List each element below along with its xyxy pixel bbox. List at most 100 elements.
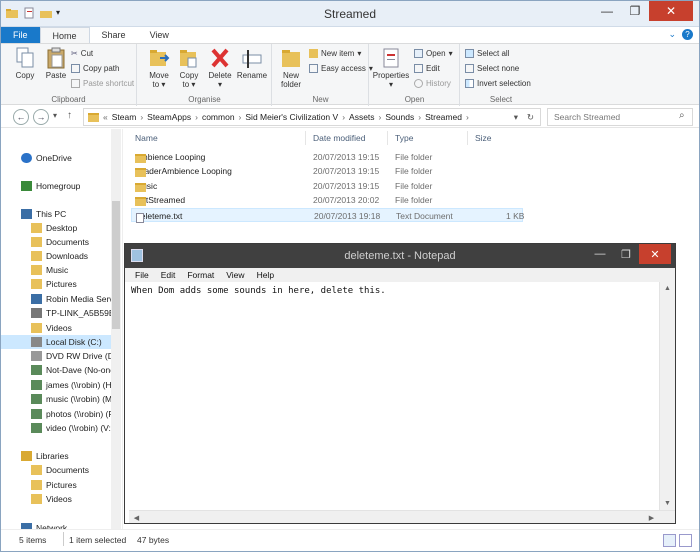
new-item-button[interactable]: New item ▾ [309, 46, 361, 60]
sidebar-item[interactable]: TP-LINK_A5B59E:1 [1, 306, 111, 320]
move-to-button[interactable]: Move to ▾ [146, 46, 172, 89]
sidebar-item[interactable]: This PC [1, 207, 111, 221]
chevron-down-icon[interactable]: ⌄ [668, 29, 676, 40]
notepad-close-button[interactable]: ✕ [639, 244, 671, 264]
address-bar[interactable]: « Steam › SteamApps › common › Sid Meier's … [83, 108, 541, 126]
history-button[interactable]: History [414, 76, 451, 90]
table-row[interactable]: deleteme.txt 20/07/2013 19:18 Text Documen… [131, 207, 524, 223]
tab-file[interactable]: File [1, 27, 40, 43]
breadcrumb-separator[interactable]: › [195, 112, 198, 122]
sidebar-item[interactable]: Music [1, 263, 111, 277]
column-divider[interactable] [305, 131, 306, 145]
notepad-minimize-button[interactable]: — [587, 244, 613, 264]
scroll-left-icon[interactable]: ◀ [129, 511, 144, 524]
breadcrumb-overflow[interactable]: « [103, 112, 108, 122]
rename-button[interactable]: Rename [236, 46, 268, 80]
new-folder-button[interactable]: New folder [277, 46, 305, 89]
sidebar-item[interactable]: photos (\\robin) (P [1, 407, 111, 421]
paste-button[interactable]: Paste [43, 46, 69, 80]
menu-edit[interactable]: Edit [155, 268, 182, 282]
column-header-size[interactable]: Size [475, 133, 492, 143]
recent-locations-icon[interactable]: ▾ [53, 111, 57, 120]
sidebar-item[interactable]: Pictures [1, 277, 111, 291]
invert-selection-button[interactable]: Invert selection [465, 76, 531, 90]
navigation-pane-scrollbar[interactable] [111, 129, 121, 529]
tab-home[interactable]: Home [39, 27, 90, 43]
breadcrumb-streamed[interactable]: Streamed [425, 112, 462, 122]
tab-share[interactable]: Share [90, 27, 138, 43]
copy-path-button[interactable]: Copy path [71, 61, 119, 75]
sidebar-item[interactable]: OneDrive [1, 151, 111, 165]
sidebar-item[interactable]: Videos [1, 492, 111, 506]
breadcrumb-separator[interactable]: › [379, 112, 382, 122]
breadcrumb-separator[interactable]: › [418, 112, 421, 122]
forward-button[interactable]: → [33, 109, 49, 125]
menu-help[interactable]: Help [251, 268, 280, 282]
breadcrumb-civ5[interactable]: Sid Meier's Civilization V [245, 112, 338, 122]
explorer-titlebar[interactable]: ▾ Streamed — ❐ ✕ [1, 1, 699, 27]
maximize-button[interactable]: ❐ [621, 1, 649, 21]
scrollbar-thumb[interactable] [112, 201, 120, 329]
breadcrumb-assets[interactable]: Assets [349, 112, 375, 122]
scroll-right-icon[interactable]: ▶ [644, 511, 659, 524]
sidebar-item[interactable]: music (\\robin) (M [1, 392, 111, 406]
sidebar-item[interactable]: Libraries [1, 449, 111, 463]
scroll-up-icon[interactable]: ▲ [660, 282, 675, 295]
column-header-date[interactable]: Date modified [313, 133, 365, 143]
sidebar-item[interactable]: Robin Media Serve [1, 292, 111, 306]
copy-button[interactable]: Copy [13, 46, 37, 80]
notepad-text-area[interactable]: When Dom adds some sounds in here, delet… [129, 282, 659, 510]
breadcrumb-separator[interactable]: › [140, 112, 143, 122]
notepad-vertical-scrollbar[interactable]: ▲ ▼ [659, 282, 675, 510]
close-button[interactable]: ✕ [649, 1, 693, 21]
easy-access-button[interactable]: Easy access ▾ [309, 61, 373, 75]
edit-button[interactable]: Edit [414, 61, 440, 75]
select-all-button[interactable]: Select all [465, 46, 509, 60]
sidebar-item[interactable]: Homegroup [1, 179, 111, 193]
scroll-down-icon[interactable]: ▼ [660, 497, 675, 510]
breadcrumb-steamapps[interactable]: SteamApps [147, 112, 191, 122]
sidebar-item[interactable]: Downloads [1, 249, 111, 263]
menu-file[interactable]: File [129, 268, 155, 282]
minimize-button[interactable]: — [593, 1, 621, 21]
breadcrumb-steam[interactable]: Steam [112, 112, 137, 122]
sidebar-item[interactable]: james (\\robin) (H: [1, 378, 111, 392]
table-row[interactable]: Music 20/07/2013 19:15 File folder [131, 179, 523, 193]
sidebar-item[interactable]: video (\\robin) (V:) [1, 421, 111, 435]
column-divider[interactable] [467, 131, 468, 145]
sidebar-item[interactable]: Not-Dave (No-one [1, 363, 111, 377]
breadcrumb-separator[interactable]: › [342, 112, 345, 122]
tab-view[interactable]: View [138, 27, 181, 43]
open-button[interactable]: Open ▾ [414, 46, 453, 60]
notepad-horizontal-scrollbar[interactable]: ◀ ▶ [129, 510, 675, 523]
sidebar-item[interactable]: Documents [1, 463, 111, 477]
column-header-type[interactable]: Type [395, 133, 413, 143]
delete-button[interactable]: Delete ▾ [206, 46, 234, 89]
copy-to-button[interactable]: Copy to ▾ [176, 46, 202, 89]
menu-format[interactable]: Format [181, 268, 220, 282]
notepad-maximize-button[interactable]: ❐ [613, 244, 639, 264]
breadcrumb-common[interactable]: common [202, 112, 235, 122]
menu-view[interactable]: View [220, 268, 250, 282]
breadcrumb-separator[interactable]: › [239, 112, 242, 122]
table-row[interactable]: LeaderAmbience Looping 20/07/2013 19:15 Fi… [131, 164, 523, 178]
sidebar-item[interactable]: Videos [1, 321, 111, 335]
select-none-button[interactable]: Select none [465, 61, 519, 75]
cut-button[interactable]: ✂ Cut [71, 46, 93, 60]
sidebar-item[interactable]: Desktop [1, 221, 111, 235]
properties-button[interactable]: Properties ▾ [372, 46, 410, 89]
paste-shortcut-button[interactable]: Paste shortcut [71, 76, 134, 90]
column-divider[interactable] [387, 131, 388, 145]
help-icon[interactable]: ? [682, 29, 693, 40]
search-input[interactable]: Search Streamed [547, 108, 693, 126]
notepad-titlebar[interactable]: deleteme.txt - Notepad — ❐ ✕ [125, 244, 675, 268]
breadcrumb-separator[interactable]: › [466, 112, 469, 122]
table-row[interactable]: Ambience Looping 20/07/2013 19:15 File fol… [131, 150, 523, 164]
sidebar-item[interactable]: DVD RW Drive (D:) [1, 349, 111, 363]
sidebar-item[interactable]: Local Disk (C:) [1, 335, 111, 349]
details-view-button[interactable] [663, 534, 676, 547]
table-row[interactable]: NotStreamed 20/07/2013 20:02 File folder [131, 193, 523, 207]
sidebar-item[interactable]: Pictures [1, 478, 111, 492]
up-arrow-icon[interactable]: ↑ [67, 110, 72, 121]
breadcrumb-sounds[interactable]: Sounds [385, 112, 414, 122]
